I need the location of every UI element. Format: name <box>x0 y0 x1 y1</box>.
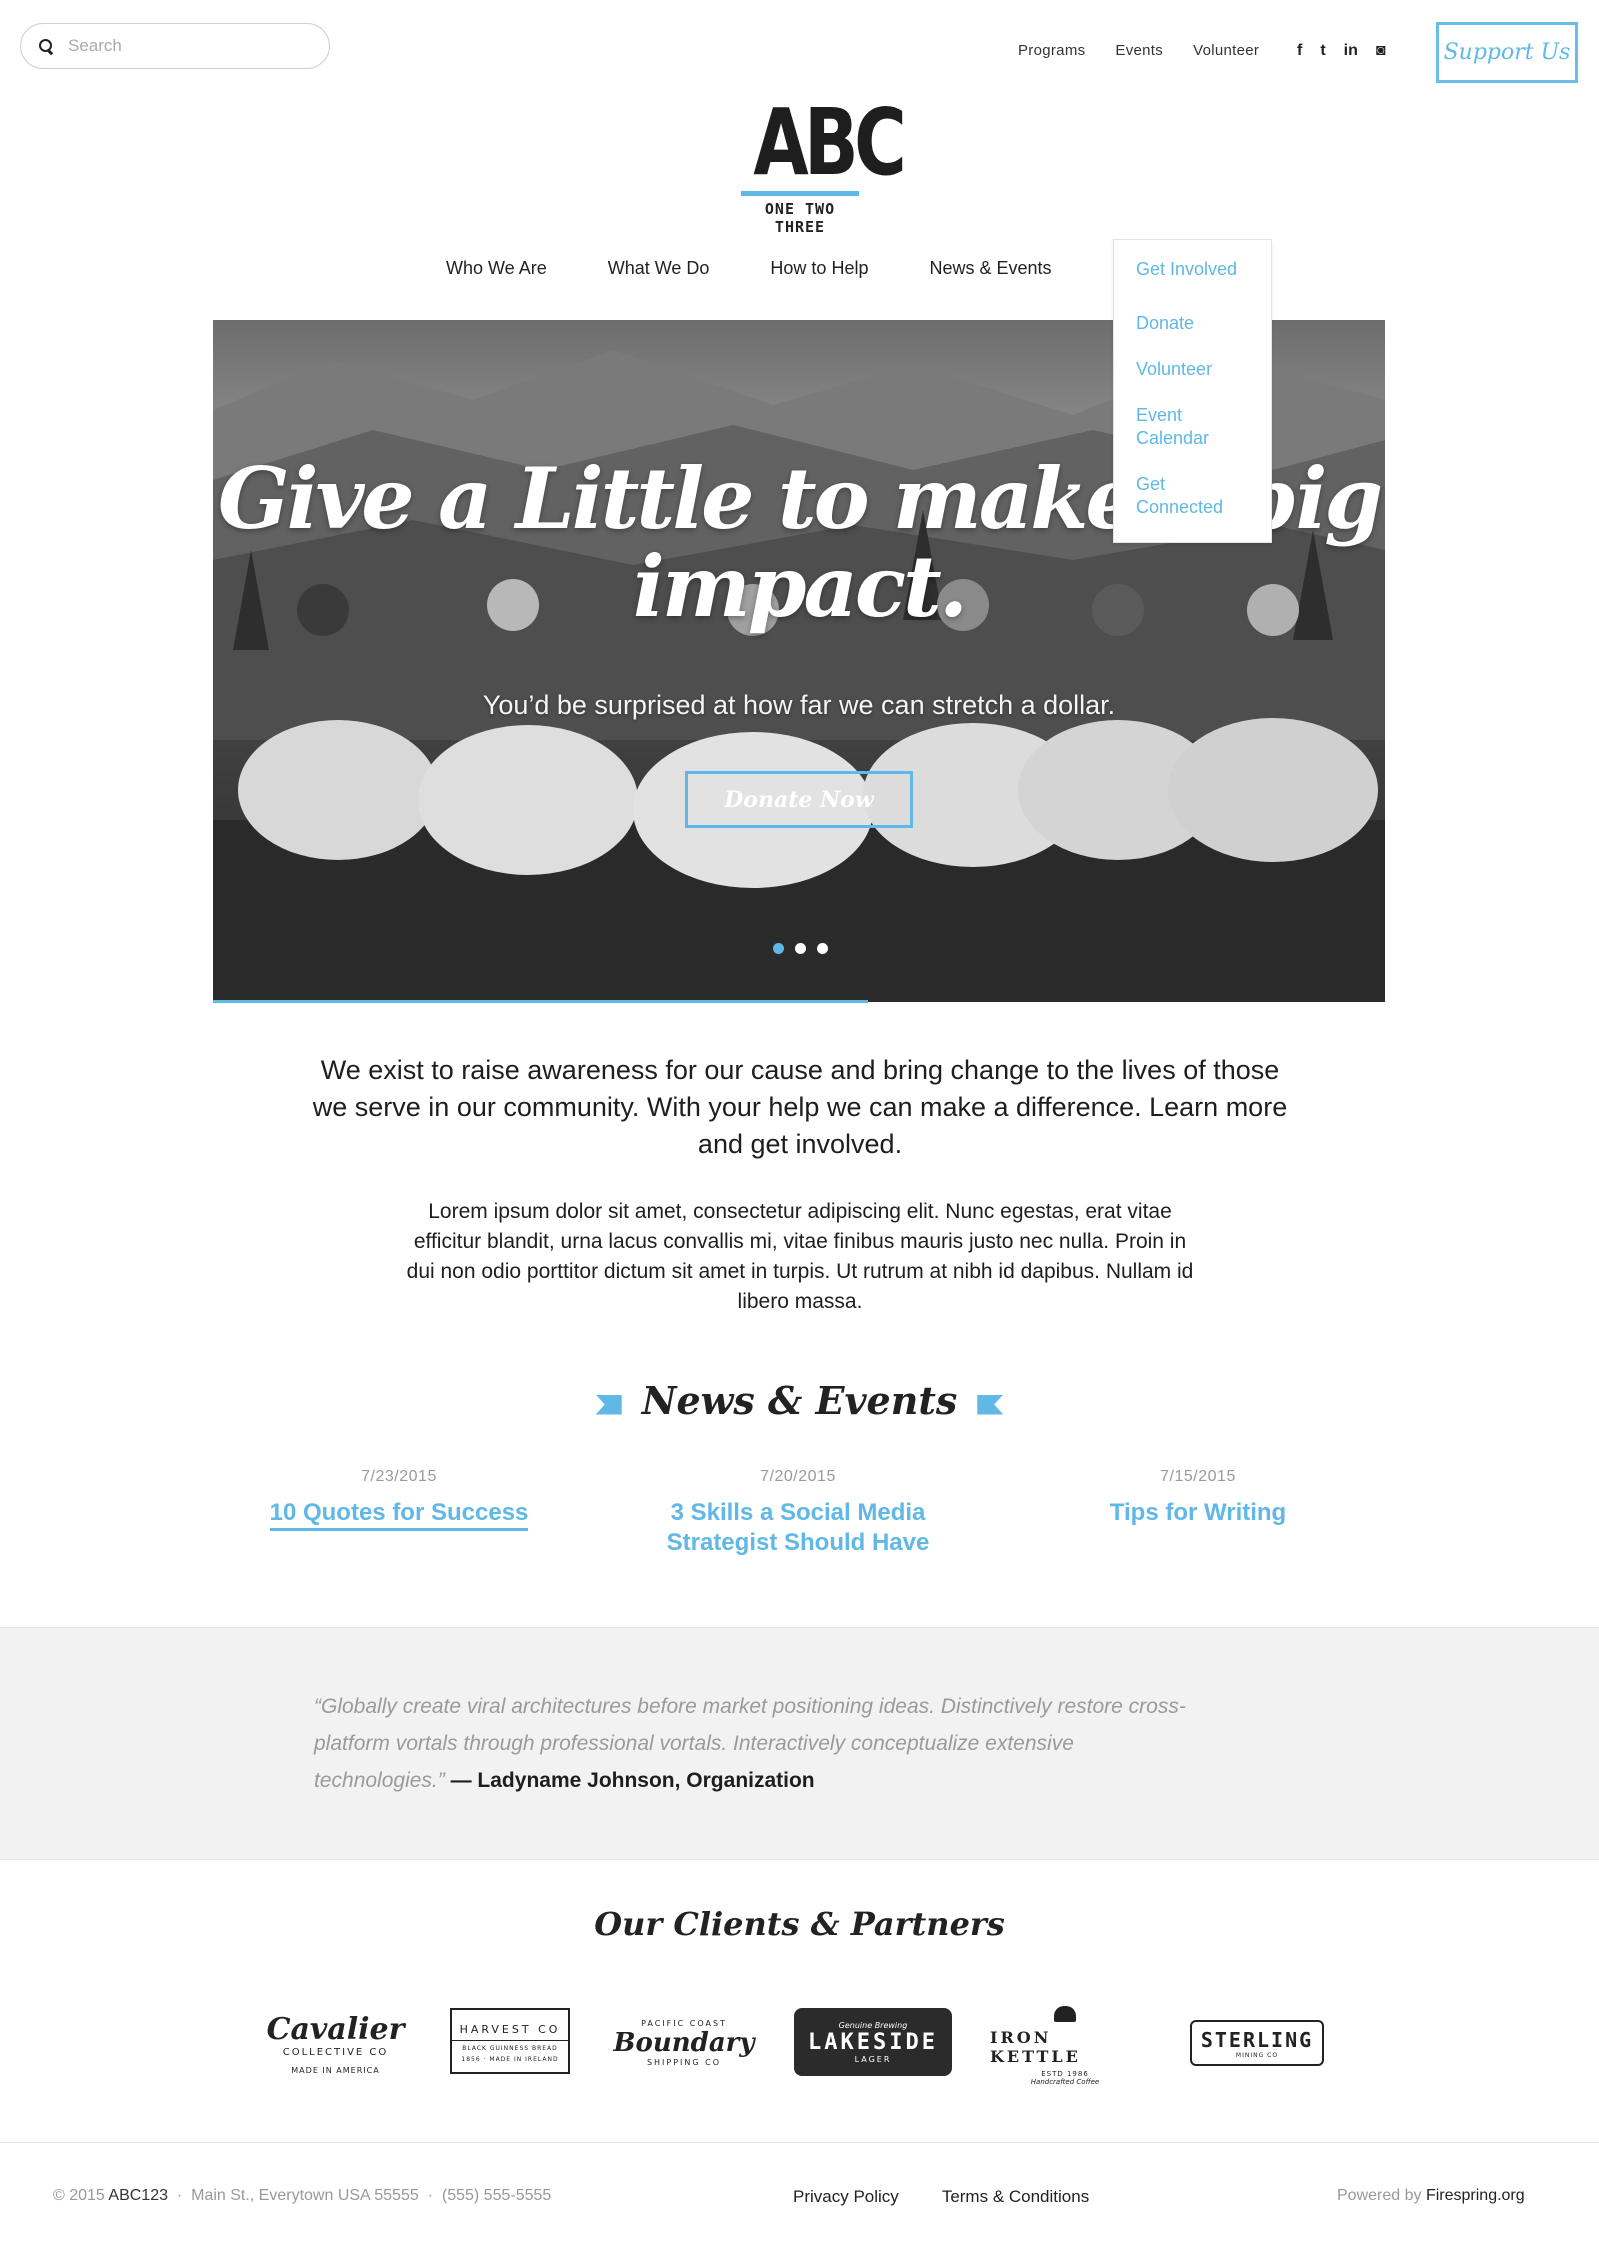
news-item: 7/20/2015 3 Skills a Social Media Strate… <box>608 1468 988 1558</box>
partner-logo-sterling[interactable]: STERLING MINING CO <box>1190 2020 1324 2066</box>
nav-news-events[interactable]: News & Events <box>929 258 1051 279</box>
partner-tagline: Handcrafted Coffee <box>1030 2078 1100 2086</box>
powered-by-link[interactable]: Firespring.org <box>1426 2187 1525 2204</box>
news-section-heading: News & Events <box>0 1378 1599 1423</box>
partner-logo-lakeside[interactable]: Genuine Brewing LAKESIDE LAGER <box>794 2008 952 2076</box>
slide-dot-3[interactable] <box>817 943 828 954</box>
news-headline[interactable]: Tips for Writing <box>1008 1498 1388 1528</box>
news-date: 7/15/2015 <box>1160 1468 1236 1485</box>
footer-address: Main St., Everytown USA 55555 <box>191 2187 419 2204</box>
slide-dot-1[interactable] <box>773 943 784 954</box>
testimonial-quote: “Globally create viral architectures bef… <box>314 1688 1194 1799</box>
utility-link-events[interactable]: Events <box>1115 42 1163 59</box>
slider-dots <box>773 943 828 954</box>
quote-attribution: — Ladyname Johnson, Organization <box>450 1769 815 1792</box>
utility-link-volunteer[interactable]: Volunteer <box>1193 42 1259 59</box>
partner-name: HARVEST CO <box>452 2019 568 2041</box>
partner-tagline: 1856 · MADE IN IRELAND <box>461 2056 559 2063</box>
partner-tagline: BLACK GUINNESS BREAD <box>462 2045 558 2052</box>
news-headline[interactable]: 3 Skills a Social Media Strategist Shoul… <box>648 1498 948 1558</box>
partners-title: Our Clients & Partners <box>594 1905 1005 1943</box>
partner-tagline: SHIPPING CO <box>646 2058 722 2067</box>
footer-powered-by: Powered by Firespring.org <box>1337 2187 1525 2205</box>
social-links: f t in ◙ <box>1297 42 1386 60</box>
twitter-icon[interactable]: t <box>1320 42 1325 60</box>
partner-name: Cavalier <box>266 2011 405 2047</box>
utility-link-programs[interactable]: Programs <box>1018 42 1085 59</box>
partner-logo-iron-kettle[interactable]: IRON KETTLE ESTD 1986 Handcrafted Coffee <box>990 2006 1140 2086</box>
powered-by-label: Powered by <box>1337 2187 1422 2204</box>
news-date: 7/20/2015 <box>760 1468 836 1485</box>
logo-mark: ABC <box>753 89 907 196</box>
partner-logo-harvest[interactable]: HARVEST CO BLACK GUINNESS BREAD 1856 · M… <box>450 2008 570 2074</box>
get-involved-dropdown: Get Involved Donate Volunteer Event Cale… <box>1113 239 1272 543</box>
facebook-icon[interactable]: f <box>1297 42 1302 60</box>
kettle-icon <box>1054 2006 1076 2022</box>
support-us-button[interactable]: Support Us <box>1436 22 1578 83</box>
partner-tagline: LAGER <box>854 2054 892 2064</box>
partner-tagline: MADE IN AMERICA <box>291 2065 380 2075</box>
footer-divider <box>0 2142 1599 2143</box>
utility-nav: Programs Events Volunteer <box>1018 42 1259 59</box>
footer-copyright: © 2015 <box>53 2187 105 2204</box>
partner-tagline: ESTD 1986 <box>1041 2070 1089 2078</box>
nav-get-involved[interactable]: Get Involved <box>1136 259 1237 280</box>
intro-body: Lorem ipsum dolor sit amet, consectetur … <box>406 1200 1194 1313</box>
ribbon-right-icon <box>977 1394 1004 1415</box>
partner-name: STERLING <box>1200 2027 1314 2052</box>
search-input[interactable] <box>68 36 308 56</box>
footer-links: Privacy Policy Terms & Conditions <box>793 2187 1089 2207</box>
testimonial-band: “Globally create viral architectures bef… <box>0 1627 1599 1860</box>
news-item: 7/15/2015 Tips for Writing <box>1008 1468 1388 1528</box>
search-icon <box>39 38 54 54</box>
ribbon-left-icon <box>595 1394 622 1415</box>
footer-info: © 2015 ABC123 · Main St., Everytown USA … <box>53 2187 552 2204</box>
partner-name: Boundary <box>613 2028 755 2058</box>
partner-name: LAKESIDE <box>808 2029 938 2055</box>
logo-subtitle: ONE TWO THREE <box>764 200 836 236</box>
main-nav: Who We Are What We Do How to Help News &… <box>446 258 1113 279</box>
partner-logo-boundary[interactable]: PACIFIC COAST Boundary SHIPPING CO <box>614 1988 755 2098</box>
site-logo[interactable]: ABC ONE TWO THREE <box>740 89 907 236</box>
partner-name: IRON KETTLE <box>990 2028 1081 2066</box>
slider-progress-bar <box>213 1000 868 1003</box>
partner-tagline: PACIFIC COAST <box>641 2019 727 2028</box>
search-box[interactable] <box>20 23 330 69</box>
footer-org: ABC123 <box>108 2187 168 2204</box>
nav-how-to-help[interactable]: How to Help <box>770 258 868 279</box>
linkedin-icon[interactable]: in <box>1344 42 1358 60</box>
footer-link-terms[interactable]: Terms & Conditions <box>942 2187 1089 2207</box>
news-date: 7/23/2015 <box>361 1468 437 1485</box>
dropdown-item-event-calendar[interactable]: Event Calendar <box>1136 404 1256 450</box>
partner-tagline: MINING CO <box>1235 2051 1279 2059</box>
hero-subtitle: You’d be surprised at how far we can str… <box>482 690 1116 720</box>
footer-phone: (555) 555-5555 <box>441 2187 552 2204</box>
nav-who-we-are[interactable]: Who We Are <box>446 258 547 279</box>
dropdown-item-get-connected[interactable]: Get Connected <box>1136 473 1256 519</box>
intro-statement: We exist to raise awareness for our caus… <box>312 1055 1288 1159</box>
slide-dot-2[interactable] <box>795 943 806 954</box>
nav-what-we-do[interactable]: What We Do <box>608 258 710 279</box>
partner-tagline: Genuine Brewing <box>838 2020 908 2030</box>
news-headline[interactable]: 10 Quotes for Success <box>209 1498 589 1531</box>
dropdown-item-donate[interactable]: Donate <box>1136 312 1256 335</box>
instagram-icon[interactable]: ◙ <box>1376 42 1386 60</box>
donate-now-button[interactable]: Donate Now <box>685 771 913 828</box>
footer-link-privacy[interactable]: Privacy Policy <box>793 2187 899 2207</box>
dropdown-item-volunteer[interactable]: Volunteer <box>1136 358 1256 381</box>
news-section-title: News & Events <box>641 1378 958 1423</box>
partner-logo-cavalier[interactable]: Cavalier COLLECTIVE CO MADE IN AMERICA <box>266 1998 405 2088</box>
news-item: 7/23/2015 10 Quotes for Success <box>209 1468 589 1531</box>
partner-tagline: COLLECTIVE CO <box>282 2046 389 2058</box>
